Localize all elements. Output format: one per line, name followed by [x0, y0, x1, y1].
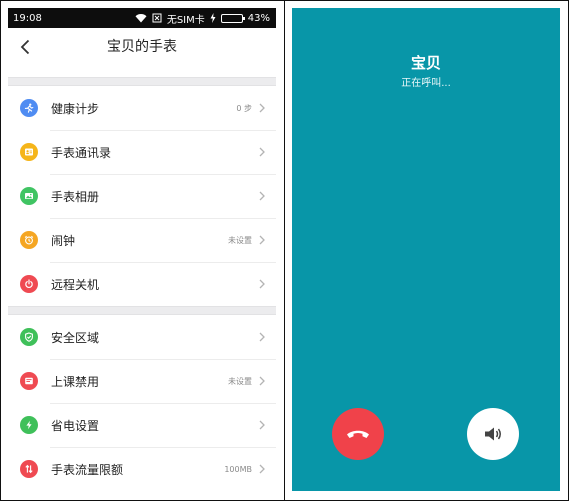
speaker-icon — [485, 427, 501, 441]
calling-screen: 宝贝 正在呼叫... — [292, 8, 560, 491]
call-status: 正在呼叫... — [401, 78, 451, 89]
settings-row-label: 闹钟 — [51, 233, 76, 248]
status-time: 19:08 — [13, 12, 42, 24]
running-icon — [20, 99, 38, 117]
chevron-right-icon — [259, 235, 265, 245]
chevron-right-icon — [259, 464, 265, 474]
settings-row-label: 上课禁用 — [51, 374, 100, 389]
class-disable-icon — [20, 372, 38, 390]
section-gap — [8, 306, 276, 315]
chevron-right-icon — [259, 147, 265, 157]
settings-row-contacts[interactable]: 手表通讯录 — [8, 130, 276, 174]
settings-row-label: 手表流量限额 — [51, 462, 124, 477]
battery-icon — [220, 13, 245, 23]
data-transfer-icon — [20, 460, 38, 478]
settings-group-safety: 安全区域上课禁用 未设置省电设置手表流量限额 100MB — [8, 315, 276, 491]
charging-icon — [210, 13, 216, 23]
power-icon — [20, 275, 38, 293]
contacts-icon — [20, 143, 38, 161]
settings-row-power[interactable]: 远程关机 — [8, 262, 276, 306]
wifi-icon — [135, 14, 147, 23]
chevron-right-icon — [259, 376, 265, 386]
settings-row-label: 安全区域 — [51, 330, 100, 345]
settings-row-class-disable[interactable]: 上课禁用 未设置 — [8, 359, 276, 403]
settings-row-label: 手表相册 — [51, 189, 100, 204]
chevron-right-icon — [259, 279, 265, 289]
chevron-right-icon — [259, 191, 265, 201]
settings-row-label: 手表通讯录 — [51, 145, 112, 160]
section-gap — [8, 77, 276, 86]
speaker-button[interactable] — [467, 408, 519, 460]
photo-icon — [20, 187, 38, 205]
hang-up-button[interactable] — [332, 408, 384, 460]
chevron-right-icon — [259, 420, 265, 430]
settings-row-value: 100MB — [224, 464, 252, 474]
settings-row-value: 0 步 — [236, 103, 252, 113]
settings-row-running[interactable]: 健康计步 0 步 — [8, 86, 276, 130]
status-bar: 19:08 无SIM卡 43% — [8, 8, 276, 28]
settings-row-alarm[interactable]: 闹钟 未设置 — [8, 218, 276, 262]
panel-divider — [284, 0, 285, 501]
nav-bar: 宝贝的手表 — [8, 28, 276, 67]
settings-row-value: 未设置 — [228, 235, 252, 245]
lightning-icon — [20, 416, 38, 434]
chevron-right-icon — [259, 103, 265, 113]
settings-row-label: 健康计步 — [51, 101, 100, 116]
sim-status: 无SIM卡 — [166, 14, 205, 26]
chevron-right-icon — [259, 332, 265, 342]
settings-row-lightning[interactable]: 省电设置 — [8, 403, 276, 447]
settings-row-photo[interactable]: 手表相册 — [8, 174, 276, 218]
settings-row-label: 省电设置 — [51, 418, 100, 433]
shield-icon — [20, 328, 38, 346]
settings-group-main: 健康计步 0 步手表通讯录手表相册闹钟 未设置远程关机 — [8, 86, 276, 306]
alarm-icon — [20, 231, 38, 249]
phone-hangup-icon — [347, 430, 369, 438]
page-title: 宝贝的手表 — [107, 39, 177, 55]
settings-row-shield[interactable]: 安全区域 — [8, 315, 276, 359]
no-sim-icon — [152, 13, 162, 23]
status-indicators: 无SIM卡 43% — [135, 11, 270, 26]
battery-percent: 43% — [247, 12, 270, 24]
settings-row-value: 未设置 — [228, 376, 252, 386]
settings-row-label: 远程关机 — [51, 277, 100, 292]
settings-row-data-transfer[interactable]: 手表流量限额 100MB — [8, 447, 276, 491]
callee-name: 宝贝 — [410, 54, 441, 72]
watch-settings-screen: 19:08 无SIM卡 43% 宝贝的手表 健康计步 0 步手表通讯录手表相册闹钟 — [8, 8, 276, 491]
